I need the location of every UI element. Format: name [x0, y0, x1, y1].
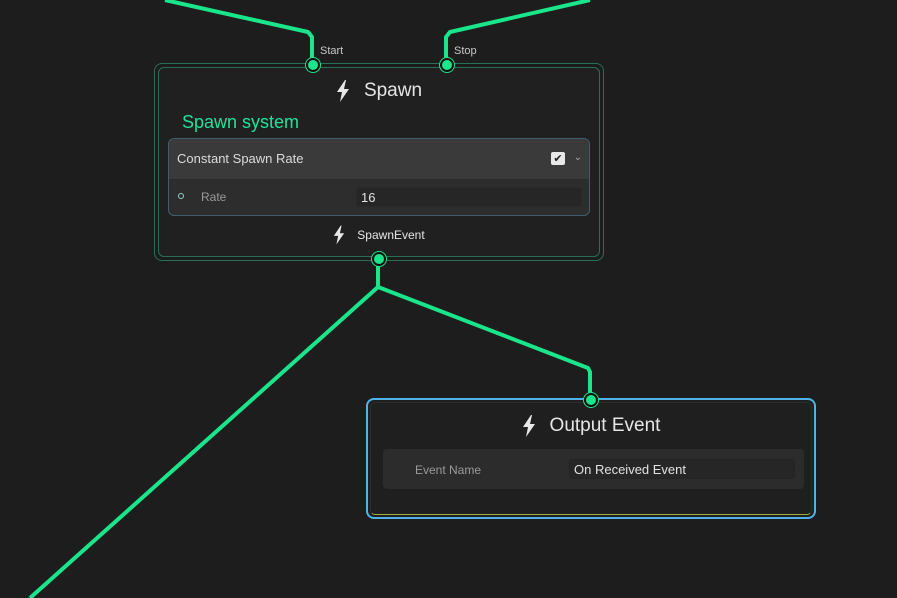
- flow-wire-spawnevent-output[interactable]: [377, 285, 592, 399]
- block-header[interactable]: Constant Spawn Rate ✔ ⌄: [169, 139, 589, 180]
- lightning-bolt-icon: [333, 225, 345, 245]
- event-name-label: Event Name: [415, 463, 482, 477]
- rate-row: Rate: [169, 179, 589, 215]
- spawn-node-title: Spawn: [363, 80, 423, 101]
- output-event-node-header: Output Event: [371, 415, 811, 437]
- flow-wire-spawnevent-left[interactable]: [28, 259, 380, 598]
- output-event-node[interactable]: Output Event Event Name: [366, 398, 816, 519]
- block-enabled-checkbox[interactable]: ✔: [551, 152, 565, 165]
- flow-wire-start[interactable]: [164, 0, 314, 63]
- event-name-row: Event Name: [383, 449, 804, 489]
- output-event-node-body: Output Event Event Name: [370, 402, 812, 515]
- constant-spawn-rate-block[interactable]: Constant Spawn Rate ✔ ⌄ Rate: [168, 138, 590, 216]
- lightning-bolt-icon: [336, 80, 350, 102]
- stop-input-port[interactable]: [440, 58, 454, 72]
- stop-port-label: Stop: [454, 45, 477, 57]
- spawn-node-header: Spawn: [159, 80, 599, 102]
- graph-canvas[interactable]: Start Stop Spawn Spawn system Constant S…: [0, 0, 897, 598]
- event-name-field[interactable]: [569, 459, 795, 479]
- rate-input-port-icon[interactable]: [178, 193, 184, 199]
- block-title: Constant Spawn Rate: [177, 151, 304, 166]
- spawn-node-body: Spawn Spawn system Constant Spawn Rate ✔…: [158, 67, 600, 257]
- rate-input[interactable]: [356, 187, 582, 207]
- spawn-node[interactable]: Spawn Spawn system Constant Spawn Rate ✔…: [154, 63, 604, 261]
- start-port-label: Start: [320, 45, 344, 57]
- rate-label: Rate: [201, 190, 227, 204]
- spawn-node-footer: SpawnEvent: [159, 225, 599, 245]
- start-input-port[interactable]: [306, 58, 320, 72]
- spawn-node-subtitle[interactable]: Spawn system: [182, 112, 299, 133]
- output-event-node-title: Output Event: [549, 415, 661, 436]
- output-event-input-port[interactable]: [584, 393, 598, 407]
- lightning-bolt-icon: [522, 415, 536, 437]
- chevron-down-icon[interactable]: ⌄: [574, 152, 582, 163]
- spawn-event-output-label: SpawnEvent: [357, 228, 425, 242]
- spawnevent-output-port[interactable]: [372, 252, 386, 266]
